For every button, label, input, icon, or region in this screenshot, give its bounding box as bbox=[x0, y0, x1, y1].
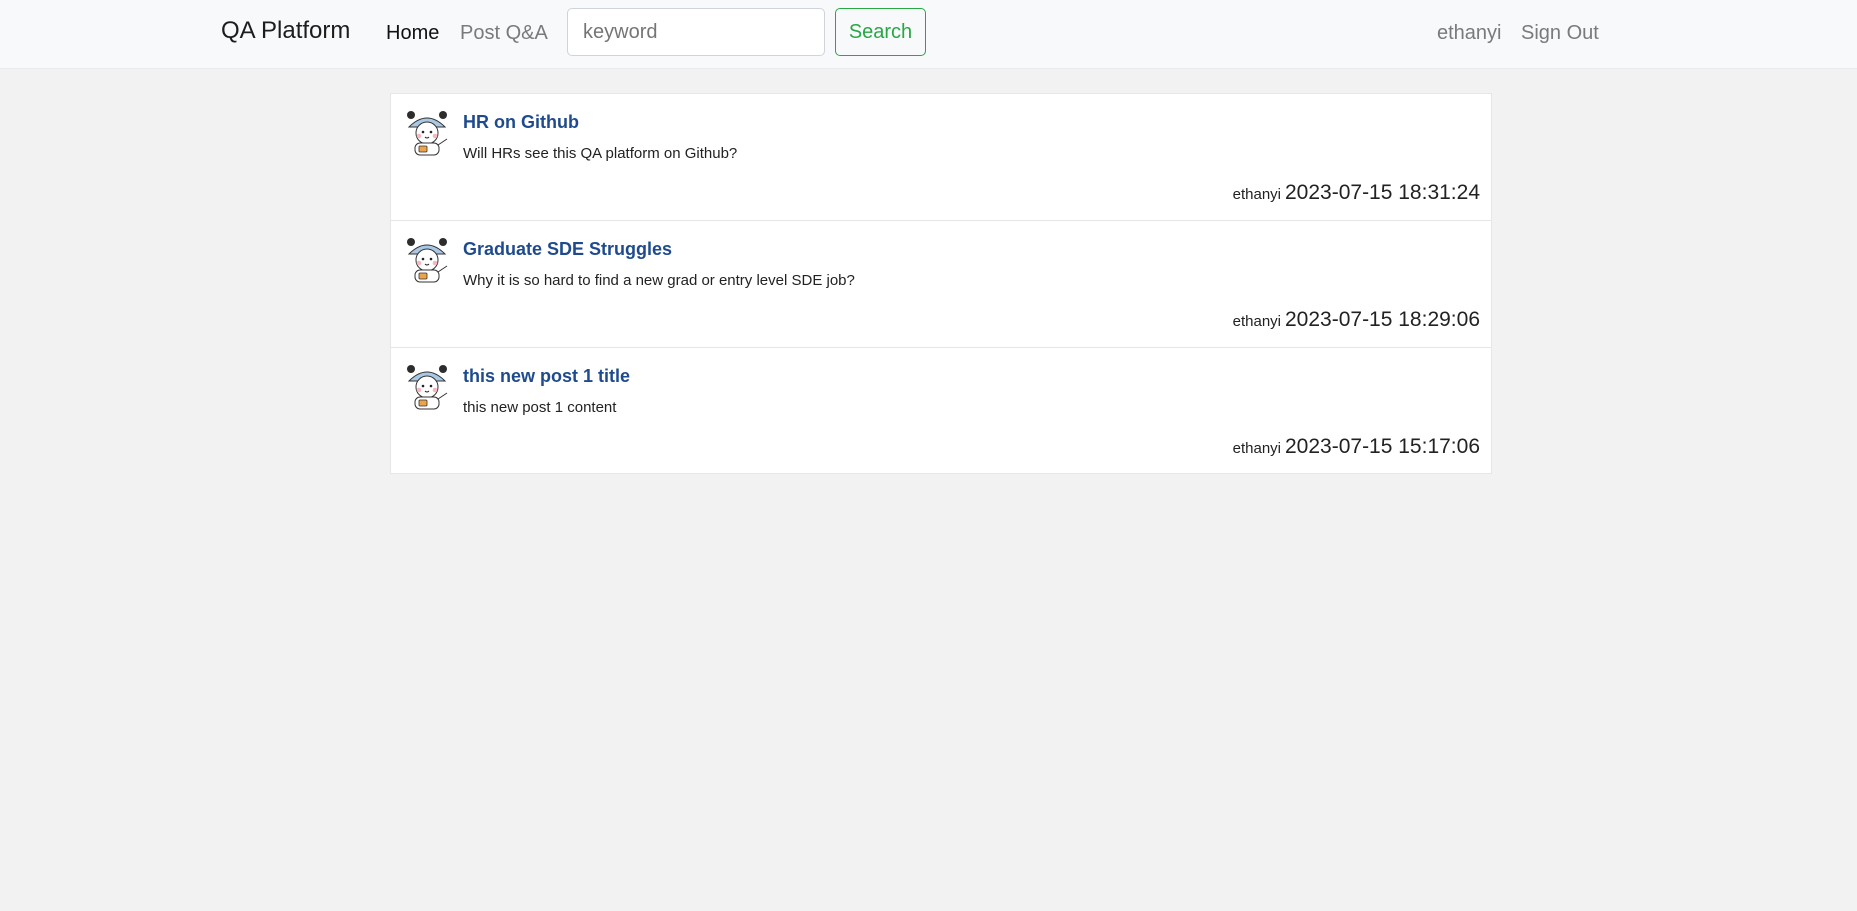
nav-home[interactable]: Home bbox=[386, 22, 439, 45]
post-timestamp: 2023-07-15 18:31:24 bbox=[1285, 181, 1480, 204]
search-button[interactable]: Search bbox=[835, 8, 926, 56]
bear-avatar-icon bbox=[407, 111, 448, 156]
post-item: this new post 1 title this new post 1 co… bbox=[391, 348, 1491, 473]
post-item: HR on Github Will HRs see this QA platfo… bbox=[391, 94, 1491, 221]
post-title[interactable]: HR on Github bbox=[463, 112, 579, 133]
post-content: Will HRs see this QA platform on Github? bbox=[463, 145, 738, 162]
post-timestamp: 2023-07-15 18:29:06 bbox=[1285, 308, 1480, 331]
post-author: ethanyi bbox=[1232, 313, 1281, 330]
nav-sign-out[interactable]: Sign Out bbox=[1521, 22, 1599, 45]
post-content: this new post 1 content bbox=[463, 399, 617, 416]
brand-link[interactable]: QA Platform bbox=[221, 17, 350, 45]
post-author: ethanyi bbox=[1232, 186, 1281, 203]
post-item: Graduate SDE Struggles Why it is so hard… bbox=[391, 221, 1491, 348]
post-title[interactable]: Graduate SDE Struggles bbox=[463, 239, 672, 260]
post-title[interactable]: this new post 1 title bbox=[463, 366, 630, 387]
nav-username[interactable]: ethanyi bbox=[1437, 22, 1502, 45]
top-navbar: QA Platform Home Post Q&A Search ethanyi… bbox=[0, 0, 1857, 69]
search-input[interactable] bbox=[567, 8, 825, 56]
post-author: ethanyi bbox=[1232, 440, 1281, 457]
bear-avatar-icon bbox=[407, 365, 448, 410]
post-list: HR on Github Will HRs see this QA platfo… bbox=[390, 93, 1492, 474]
nav-post-qa[interactable]: Post Q&A bbox=[460, 22, 548, 45]
post-timestamp: 2023-07-15 15:17:06 bbox=[1285, 435, 1480, 458]
bear-avatar-icon bbox=[407, 238, 448, 283]
post-content: Why it is so hard to find a new grad or … bbox=[463, 272, 855, 289]
